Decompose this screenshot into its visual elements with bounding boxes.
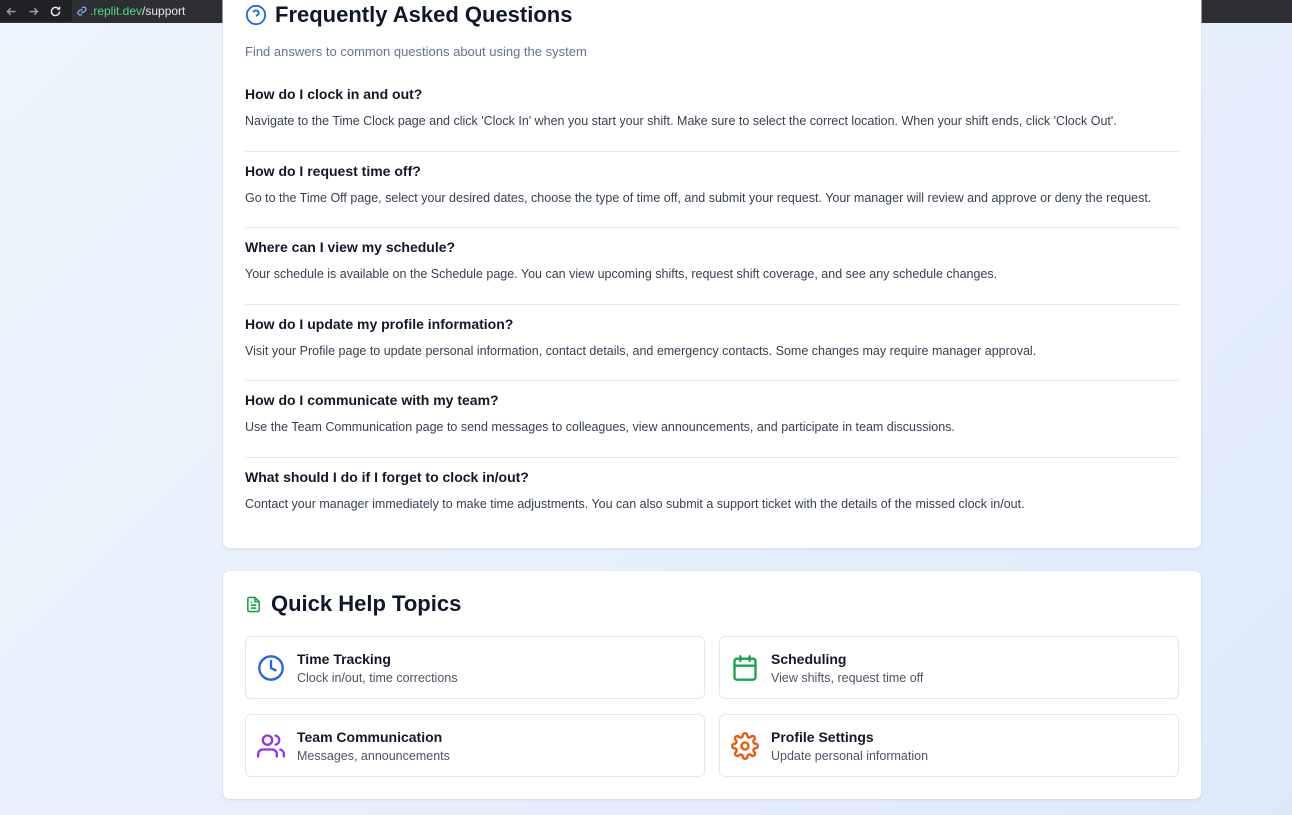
topic-description: Messages, announcements	[297, 748, 450, 763]
faq-item: How do I update my profile information? …	[245, 305, 1179, 381]
gear-icon	[731, 731, 759, 760]
topic-description: Clock in/out, time corrections	[297, 670, 458, 685]
faq-answer: Navigate to the Time Clock page and clic…	[245, 114, 1117, 128]
faq-question: How do I request time off?	[245, 162, 421, 179]
clock-icon	[258, 654, 284, 681]
faq-answer: Visit your Profile page to update person…	[245, 343, 1037, 358]
users-icon	[257, 733, 285, 758]
topic-description: View shifts, request time off	[771, 670, 924, 685]
faq-heading: Frequently Asked Questions	[245, 2, 572, 28]
faq-answer: Contact your manager immediately to make…	[245, 496, 1025, 511]
topic-text: Time Tracking Clock in/out, time correct…	[297, 651, 457, 685]
topic-time-tracking[interactable]: Time Tracking Clock in/out, time correct…	[245, 636, 705, 699]
faq-question: Where can I view my schedule?	[245, 239, 456, 255]
quick-help-heading: Quick Help Topics	[245, 591, 461, 617]
topic-title: Scheduling	[771, 650, 847, 667]
calendar-icon	[733, 654, 757, 681]
faq-list: How do I clock in and out? Navigate to t…	[245, 75, 1179, 534]
faq-item: How do I clock in and out? Navigate to t…	[245, 75, 1179, 152]
topic-profile-settings[interactable]: Profile Settings Update personal informa…	[719, 714, 1179, 777]
help-circle-icon	[245, 4, 267, 26]
reload-icon	[50, 6, 60, 16]
back-button[interactable]	[0, 0, 22, 23]
url-path: /support	[142, 4, 186, 18]
topic-text: Profile Settings Update personal informa…	[771, 729, 928, 763]
faq-item: Where can I view my schedule? Your sched…	[245, 228, 1179, 305]
faq-item: How do I communicate with my team? Use t…	[245, 381, 1179, 458]
quick-help-card: Quick Help Topics Time Tracking Clock in…	[223, 571, 1201, 799]
topic-text: Team Communication Messages, announcemen…	[297, 729, 450, 763]
url-host: .replit.dev	[90, 4, 143, 18]
quick-help-title: Quick Help Topics	[271, 591, 462, 616]
topic-text: Scheduling View shifts, request time off	[771, 651, 923, 685]
topic-team-communication[interactable]: Team Communication Messages, announcemen…	[245, 714, 705, 777]
arrow-left-icon	[5, 7, 16, 15]
faq-title: Frequently Asked Questions	[275, 2, 573, 27]
topics-grid: Time Tracking Clock in/out, time correct…	[245, 636, 1179, 777]
reload-button[interactable]	[44, 0, 66, 23]
faq-answer: Use the Team Communication page to send …	[245, 420, 955, 434]
topic-title: Profile Settings	[771, 728, 874, 745]
file-text-icon	[247, 596, 260, 612]
topic-scheduling[interactable]: Scheduling View shifts, request time off	[719, 636, 1179, 699]
faq-question: What should I do if I forget to clock in…	[245, 468, 529, 485]
faq-question: How do I communicate with my team?	[245, 392, 499, 408]
faq-answer: Your schedule is available on the Schedu…	[245, 267, 998, 281]
faq-question: How do I clock in and out?	[245, 86, 423, 102]
link-icon	[77, 6, 87, 16]
topic-title: Time Tracking	[297, 650, 391, 667]
faq-item: How do I request time off? Go to the Tim…	[245, 152, 1179, 228]
faq-item: What should I do if I forget to clock in…	[245, 458, 1179, 535]
forward-button[interactable]	[22, 0, 44, 23]
faq-card: Frequently Asked Questions Find answers …	[223, 0, 1201, 548]
faq-answer: Go to the Time Off page, select your des…	[245, 190, 1152, 205]
arrow-right-icon	[28, 7, 39, 15]
topic-title: Team Communication	[297, 728, 443, 745]
topic-description: Update personal information	[771, 748, 929, 763]
faq-question: How do I update my profile information?	[245, 315, 514, 332]
faq-subtitle: Find answers to common questions about u…	[245, 44, 587, 59]
